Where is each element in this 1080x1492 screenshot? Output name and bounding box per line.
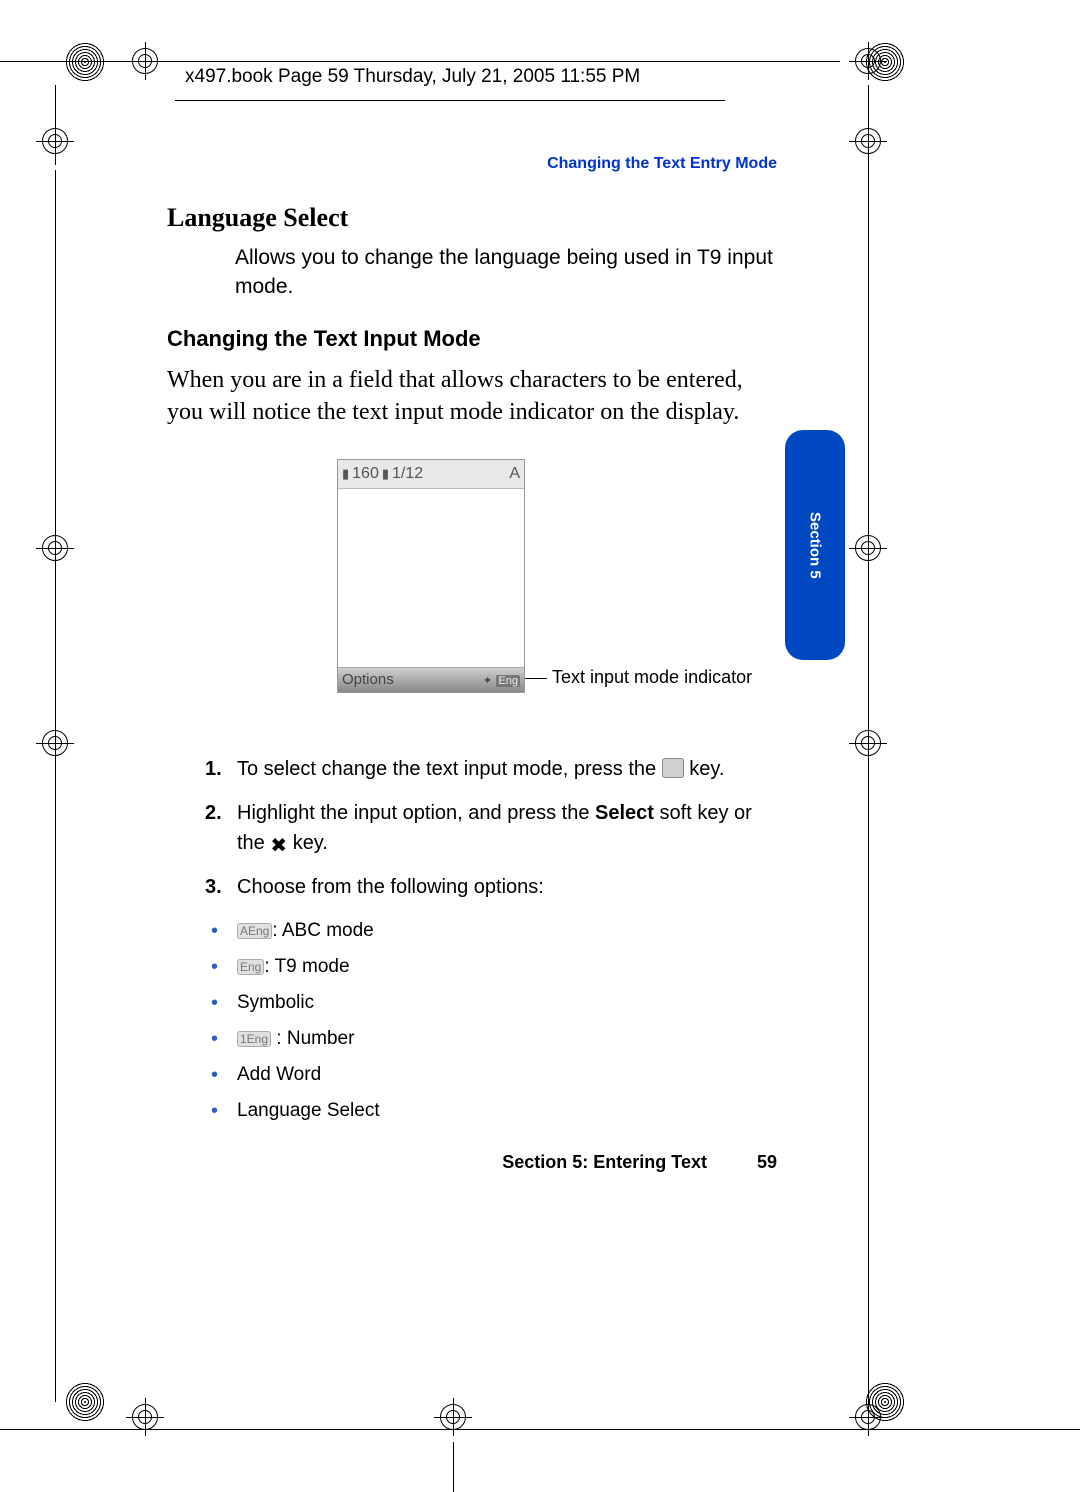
heading-language-select: Language Select	[167, 203, 777, 233]
status-count: 160	[352, 465, 379, 483]
header-rule	[175, 100, 725, 101]
navigation-key-icon: ✖	[270, 836, 287, 856]
heading-changing-mode: Changing the Text Input Mode	[167, 326, 777, 352]
softkey-right: ✦ Eng	[483, 671, 520, 688]
steps-list: 1. To select change the text input mode,…	[167, 754, 777, 902]
crosshair-icon	[855, 48, 881, 74]
signal-icon: ▮	[342, 466, 349, 482]
footer-section: Section 5: Entering Text	[502, 1152, 707, 1173]
phone-screen: ▮ 160 ▮ 1/12 A Options ✦ Eng	[337, 459, 525, 693]
callout-label: Text input mode indicator	[552, 667, 752, 689]
step-3: 3. Choose from the following options:	[167, 872, 777, 902]
running-header: Changing the Text Entry Mode	[167, 155, 777, 173]
paragraph-language-select: Allows you to change the language being …	[235, 243, 777, 302]
callout-leader-line	[525, 678, 547, 679]
mode-icon-t9: Eng	[237, 959, 264, 975]
crop-rule	[453, 1442, 454, 1492]
section-thumb-tab: Section 5	[785, 430, 845, 660]
status-right: A	[509, 465, 520, 483]
registration-mark-icon	[65, 42, 105, 82]
status-page: 1/12	[392, 465, 423, 483]
page-footer: Section 5: Entering Text 59	[167, 1152, 777, 1173]
crop-rule	[55, 85, 56, 165]
option-number: 1Eng : Number	[167, 1028, 777, 1050]
crop-rule	[0, 1429, 1080, 1430]
step-2: 2. Highlight the input option, and press…	[167, 798, 777, 858]
page-content: Changing the Text Entry Mode Language Se…	[167, 155, 777, 1173]
crop-rule	[55, 170, 56, 1402]
page-header-text: x497.book Page 59 Thursday, July 21, 200…	[185, 66, 640, 88]
option-language-select: Language Select	[167, 1100, 777, 1122]
softkey-left: Options	[342, 671, 394, 688]
footer-page-number: 59	[757, 1152, 777, 1173]
crosshair-icon	[440, 1404, 466, 1430]
option-add-word: Add Word	[167, 1064, 777, 1086]
paragraph-changing-mode: When you are in a field that allows char…	[167, 364, 777, 429]
options-list: AEng: ABC mode Eng: T9 mode Symbolic 1En…	[167, 920, 777, 1122]
registration-mark-icon	[65, 1382, 105, 1422]
option-t9: Eng: T9 mode	[167, 956, 777, 978]
crop-rule	[160, 61, 840, 62]
phone-status-bar: ▮ 160 ▮ 1/12 A	[338, 460, 524, 489]
crosshair-icon	[132, 1404, 158, 1430]
crosshair-icon	[855, 1404, 881, 1430]
phone-softkey-bar: Options ✦ Eng	[338, 667, 524, 692]
right-soft-key-icon	[662, 758, 684, 778]
mode-icon-number: 1Eng	[237, 1031, 271, 1047]
battery-icon: ▮	[382, 466, 389, 482]
option-symbolic: Symbolic	[167, 992, 777, 1014]
section-tab-label: Section 5	[807, 512, 824, 579]
mode-icon-abc: AEng	[237, 923, 272, 939]
crop-rule	[868, 85, 869, 1402]
step-1: 1. To select change the text input mode,…	[167, 754, 777, 784]
figure-phone-screen: ▮ 160 ▮ 1/12 A Options ✦ Eng Text input …	[167, 459, 777, 719]
option-abc: AEng: ABC mode	[167, 920, 777, 942]
